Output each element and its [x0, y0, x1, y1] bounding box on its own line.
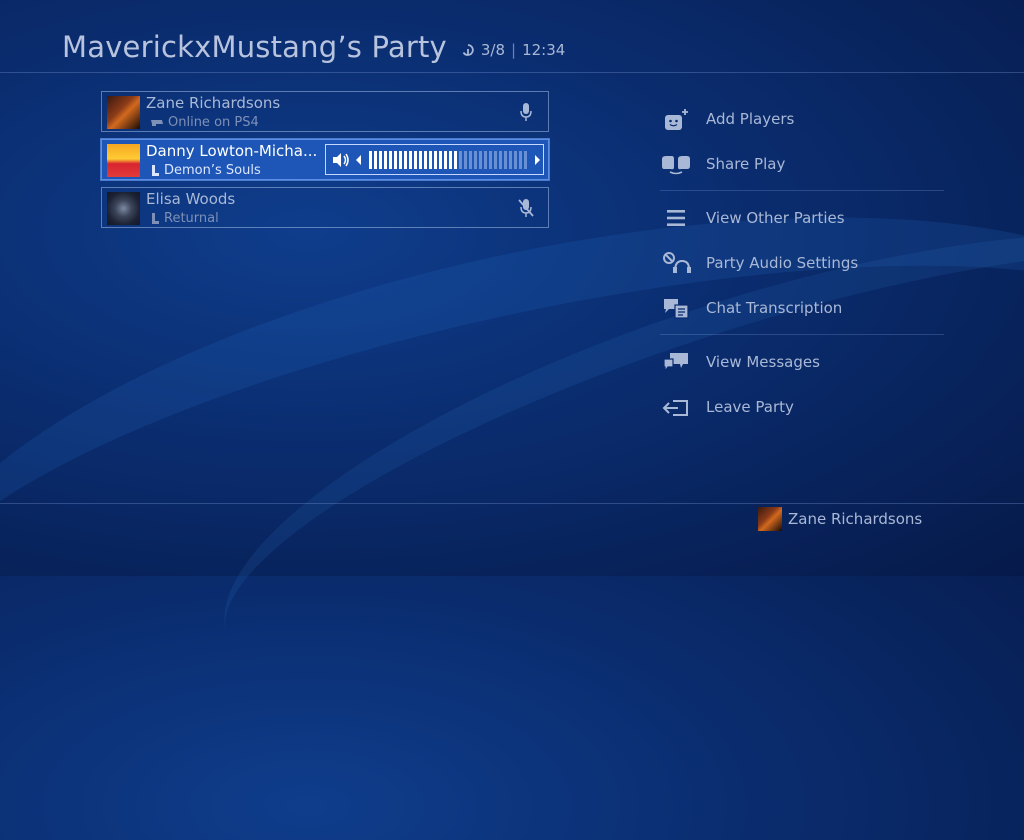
volume-bar	[474, 150, 477, 169]
volume-bar	[414, 150, 417, 169]
meta-separator: |	[511, 41, 517, 59]
volume-bar	[454, 150, 457, 169]
volume-bar	[519, 150, 522, 169]
member-name: Danny Lowton-Micha...	[146, 142, 318, 160]
headset-settings-icon	[660, 251, 692, 275]
menu-label: Add Players	[706, 109, 795, 128]
volume-bar	[484, 150, 487, 169]
menu-party-audio-settings[interactable]: Party Audio Settings	[660, 240, 944, 285]
avatar	[107, 96, 140, 129]
volume-bar	[449, 150, 452, 169]
menu-label: Share Play	[706, 154, 786, 173]
volume-bar	[424, 150, 427, 169]
volume-bar	[504, 150, 507, 169]
menu-divider	[660, 190, 944, 191]
volume-bar	[494, 150, 497, 169]
member-status-text: Returnal	[164, 211, 219, 226]
volume-bar	[459, 150, 462, 169]
member-status: Online on PS4	[150, 115, 259, 130]
menu-label: Leave Party	[706, 397, 794, 416]
volume-slider[interactable]	[325, 144, 544, 175]
messages-icon	[660, 350, 692, 374]
page-title: MaverickxMustang’s Party	[62, 30, 447, 64]
volume-bar	[404, 150, 407, 169]
member-status: Demon’s Souls	[150, 163, 261, 178]
share-play-icon	[660, 152, 692, 176]
volume-bar	[409, 150, 412, 169]
member-status-text: Demon’s Souls	[164, 163, 261, 178]
party-header: MaverickxMustang’s Party 3/8 | 12:34	[62, 30, 565, 64]
avatar	[107, 144, 140, 177]
member-status-text: Online on PS4	[168, 115, 259, 130]
volume-bar	[419, 150, 422, 169]
volume-bar	[394, 150, 397, 169]
menu-view-messages[interactable]: View Messages	[660, 339, 944, 384]
footer-divider	[0, 503, 1024, 504]
party-menu: Add Players Share Play View Other Partie…	[660, 96, 944, 429]
ps5-console-icon	[152, 213, 159, 224]
volume-left-arrow-icon[interactable]	[355, 154, 363, 166]
menu-share-play[interactable]: Share Play	[660, 141, 944, 186]
volume-bar	[509, 150, 512, 169]
ps4-console-icon	[151, 120, 163, 126]
volume-bar	[369, 150, 372, 169]
volume-bar	[374, 150, 377, 169]
menu-label: View Messages	[706, 352, 820, 371]
menu-add-players[interactable]: Add Players	[660, 96, 944, 141]
volume-level-bars	[369, 150, 527, 169]
party-clock: 12:34	[522, 41, 566, 59]
volume-bar	[384, 150, 387, 169]
party-count: 3/8	[480, 41, 506, 59]
volume-bar	[434, 150, 437, 169]
volume-bar	[489, 150, 492, 169]
speaker-icon	[333, 152, 349, 167]
member-name: Elisa Woods	[146, 190, 236, 208]
member-status: Returnal	[150, 211, 219, 226]
mic-icon[interactable]	[518, 102, 534, 122]
member-row-zane[interactable]: Zane Richardsons Online on PS4	[101, 91, 549, 132]
avatar	[107, 192, 140, 225]
volume-bar	[479, 150, 482, 169]
menu-label: View Other Parties	[706, 208, 845, 227]
leave-party-icon	[660, 395, 692, 419]
volume-bar	[464, 150, 467, 169]
member-name: Zane Richardsons	[146, 94, 281, 112]
party-count-icon	[462, 44, 474, 56]
menu-divider	[660, 334, 944, 335]
current-user: Zane Richardsons	[758, 507, 922, 531]
menu-view-other-parties[interactable]: View Other Parties	[660, 195, 944, 240]
avatar	[758, 507, 782, 531]
volume-bar	[439, 150, 442, 169]
member-list: Zane Richardsons Online on PS4 Danny Low…	[101, 91, 549, 235]
list-icon	[660, 206, 692, 230]
volume-right-arrow-icon[interactable]	[533, 154, 541, 166]
volume-bar	[429, 150, 432, 169]
menu-label: Chat Transcription	[706, 298, 843, 317]
menu-chat-transcription[interactable]: Chat Transcription	[660, 285, 944, 330]
party-meta: 3/8 | 12:34	[461, 41, 565, 59]
volume-bar	[524, 150, 527, 169]
mic-muted-icon[interactable]	[518, 198, 534, 218]
volume-bar	[399, 150, 402, 169]
volume-bar	[389, 150, 392, 169]
member-row-danny[interactable]: Danny Lowton-Micha... Demon’s Souls	[101, 139, 549, 180]
volume-bar	[499, 150, 502, 169]
member-row-elisa[interactable]: Elisa Woods Returnal	[101, 187, 549, 228]
volume-bar	[514, 150, 517, 169]
menu-leave-party[interactable]: Leave Party	[660, 384, 944, 429]
add-player-icon	[660, 107, 692, 131]
current-user-name: Zane Richardsons	[788, 510, 923, 528]
volume-bar	[444, 150, 447, 169]
header-divider	[0, 72, 1024, 73]
chat-transcription-icon	[660, 296, 692, 320]
ps5-console-icon	[152, 165, 159, 176]
volume-bar	[379, 150, 382, 169]
volume-bar	[469, 150, 472, 169]
menu-label: Party Audio Settings	[706, 253, 859, 272]
